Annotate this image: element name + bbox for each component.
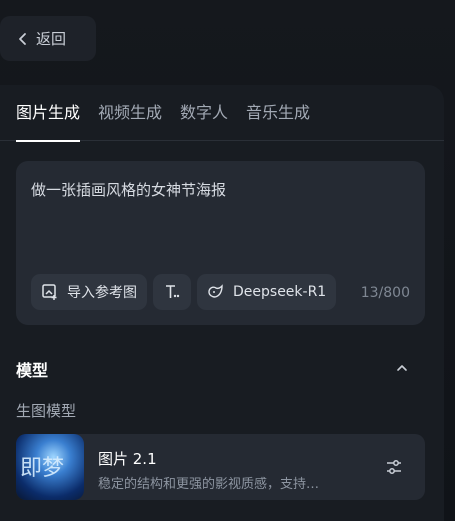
model-thumbnail-text: 即梦 <box>20 456 65 481</box>
deepseek-label: Deepseek-R1 <box>233 284 327 300</box>
text-format-icon <box>166 285 180 298</box>
model-description: 稳定的结构和更强的影视质感，支持… <box>98 477 320 492</box>
import-reference-button[interactable]: 导入参考图 <box>31 274 147 310</box>
model-card[interactable]: 即梦 图片 2.1 稳定的结构和更强的影视质感，支持… <box>16 434 425 500</box>
model-thumbnail: 即梦 <box>16 434 84 500</box>
chevron-up-icon[interactable] <box>395 361 409 375</box>
tab-bar: 图片生成 视频生成 数字人 音乐生成 <box>0 85 444 142</box>
settings-sliders-icon[interactable] <box>385 458 403 476</box>
back-button[interactable]: 返回 <box>0 16 96 61</box>
char-counter: 13/800 <box>360 285 410 301</box>
import-reference-label: 导入参考图 <box>67 285 137 301</box>
deepseek-icon <box>208 284 223 298</box>
tab-music-generation[interactable]: 音乐生成 <box>246 85 310 141</box>
prompt-toolbar: 导入参考图 Deepseek-R1 <box>31 274 342 310</box>
text-format-button[interactable] <box>153 274 191 310</box>
tab-image-generation[interactable]: 图片生成 <box>16 85 81 142</box>
deepseek-model-button[interactable]: Deepseek-R1 <box>197 274 337 310</box>
image-model-subtitle: 生图模型 <box>16 402 77 420</box>
image-import-icon <box>42 284 57 300</box>
prompt-input[interactable]: 做一张插画风格的女神节海报 导入参考图 Deepseek-R1 13/800 <box>16 161 425 325</box>
tab-digital-human[interactable]: 数字人 <box>180 85 228 141</box>
model-section-title: 模型 <box>16 361 49 380</box>
model-name: 图片 2.1 <box>98 450 157 468</box>
back-label: 返回 <box>36 30 67 48</box>
generation-panel: 图片生成 视频生成 数字人 音乐生成 做一张插画风格的女神节海报 导入参考图 D… <box>0 85 444 521</box>
prompt-text[interactable]: 做一张插画风格的女神节海报 <box>31 179 226 200</box>
tab-video-generation[interactable]: 视频生成 <box>98 85 162 141</box>
chevron-left-icon <box>19 32 26 45</box>
